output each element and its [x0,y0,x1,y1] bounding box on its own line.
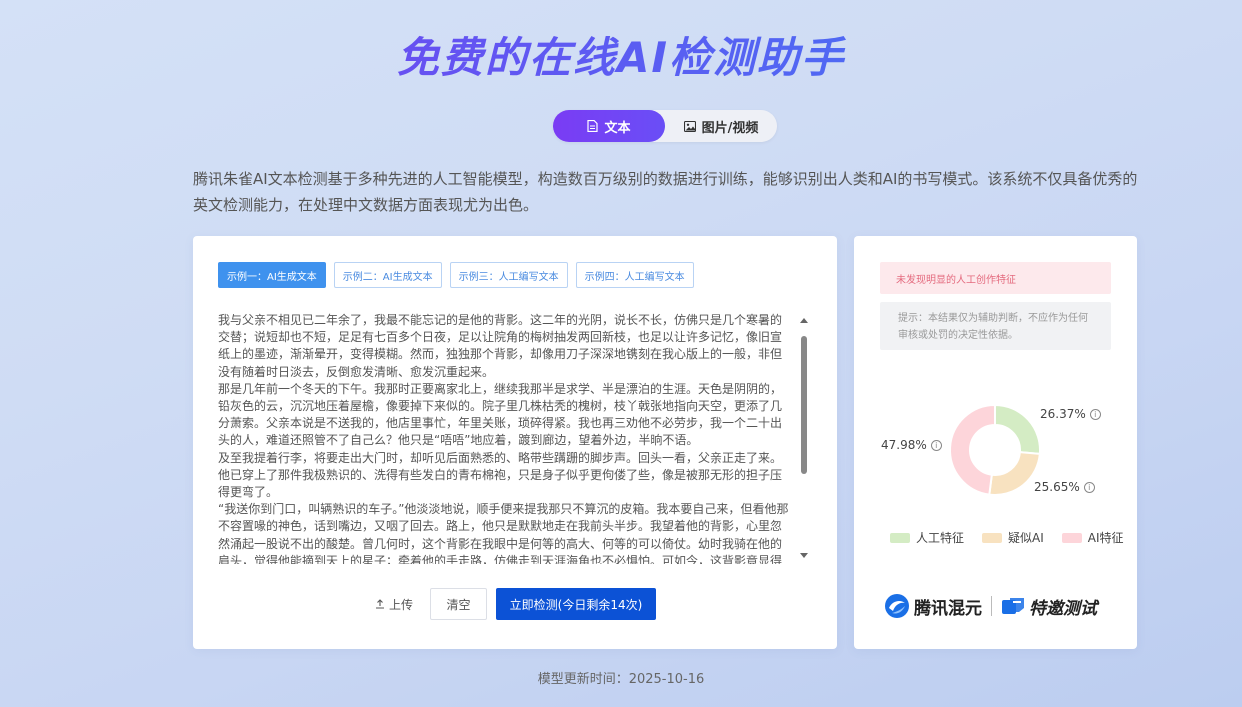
slice-ai[interactable] [949,403,996,496]
pct-value-ai: 47.98% [881,438,927,452]
legend-label-suspect: 疑似AI [1008,531,1044,545]
pct-value-human: 26.37% [1040,407,1086,421]
legend-swatch-suspect [982,532,1003,543]
slice-suspect[interactable] [988,451,1041,496]
upload-icon [376,599,384,609]
upload-button-label: 上传 [389,597,414,612]
result-card: 未发现明显的人工创作特征 提示：本结果仅为辅助判断，不应作为任何审核或处罚的决定… [854,236,1137,649]
hunyuan-logo-icon [885,594,909,618]
detect-button[interactable]: 立即检测(今日剩余14次) [496,588,656,620]
info-icon[interactable]: i [1089,408,1101,420]
description: 腾讯朱雀AI文本检测基于多种先进的人工智能模型，构造数百万级别的数据进行训练，能… [193,170,1138,214]
result-hint: 提示：本结果仅为辅助判断，不应作为任何审核或处罚的决定性依据。 [880,302,1111,350]
brand-divider [991,596,992,616]
legend-label-ai: AI特征 [1087,531,1124,545]
legend-item-ai[interactable]: AI特征 [1061,529,1124,546]
text-scrollbar[interactable] [798,316,810,560]
invite-badge-icon [1002,598,1024,614]
scroll-thumb[interactable] [801,336,807,474]
document-icon [587,120,599,132]
example-tab-1[interactable]: 示例一：AI生成文本 [218,262,326,288]
tab-text[interactable]: 文本 [553,110,665,142]
donut-chart: 26.37% i 25.65% i 47.98% i [854,386,1137,516]
legend-label-human: 人工特征 [916,531,965,545]
editor-actions: 上传 清空 立即检测(今日剩余14次) [193,588,837,620]
model-update-date: 2025-10-16 [628,672,705,687]
mode-toggle: 文本 图片/视频 [553,110,777,142]
model-update-time: 模型更新时间：2025-10-16 [0,668,1242,687]
tab-text-label: 文本 [604,120,631,136]
upload-button[interactable]: 上传 [375,588,413,620]
pct-label-suspect: 25.65% i [1034,480,1095,494]
pct-label-human: 26.37% i [1040,407,1101,421]
brand-name: 腾讯混元 [914,598,982,619]
legend-swatch-human [890,532,910,543]
example-tab-2[interactable]: 示例二：AI生成文本 [333,262,442,288]
legend-swatch-ai [1061,532,1082,543]
text-input-area[interactable]: 我与父亲不相见已二年余了，我最不能忘记的是他的背影。这二年的光阴，说长不长，仿佛… [218,312,793,564]
page-title: 免费的在线AI检测助手 [0,24,1242,85]
chart-legend: 人工特征 疑似AI AI特征 [890,529,1124,546]
pct-value-suspect: 25.65% [1034,480,1080,494]
pct-label-ai: 47.98% i [881,438,942,452]
example-tabs: 示例一：AI生成文本 示例二：AI生成文本 示例三：人工编写文本 示例四：人工编… [218,262,694,288]
brand-badge: 特邀测试 [1029,598,1097,619]
model-update-label: 模型更新时间： [537,672,629,687]
info-icon[interactable]: i [1083,481,1095,493]
legend-item-suspect[interactable]: 疑似AI [982,529,1044,546]
example-tab-4[interactable]: 示例四：人工编写文本 [575,262,694,288]
example-tab-3[interactable]: 示例三：人工编写文本 [449,262,568,288]
legend-item-human[interactable]: 人工特征 [890,529,964,546]
tab-image-video[interactable]: 图片/视频 [665,110,777,142]
tab-image-video-label: 图片/视频 [701,120,759,136]
scroll-up-arrow-icon[interactable] [800,318,808,323]
info-icon[interactable]: i [930,439,942,451]
image-icon [683,120,696,132]
editor-card: 示例一：AI生成文本 示例二：AI生成文本 示例三：人工编写文本 示例四：人工编… [193,236,837,649]
clear-button[interactable]: 清空 [430,588,487,620]
scroll-down-arrow-icon[interactable] [800,553,808,558]
slice-human[interactable] [994,403,1041,455]
result-alert: 未发现明显的人工创作特征 [880,262,1111,294]
brand-row: 腾讯混元 特邀测试 [884,593,1097,619]
